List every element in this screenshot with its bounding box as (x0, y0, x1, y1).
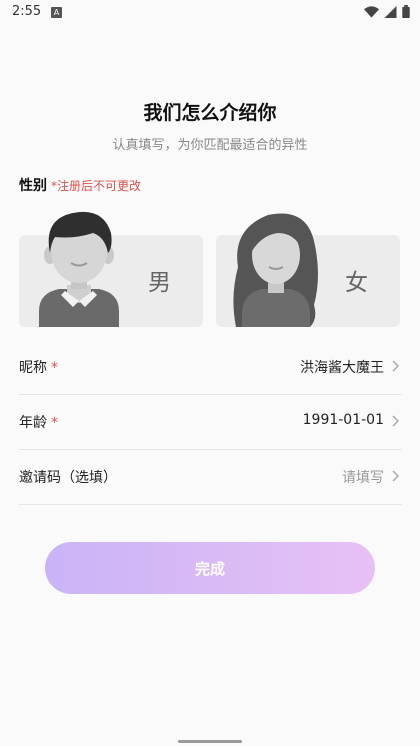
male-label: 男 (148, 270, 171, 296)
status-icons (364, 5, 410, 18)
female-avatar-icon (233, 213, 318, 327)
signal-icon (384, 5, 397, 18)
required-mark: * (51, 415, 58, 431)
battery-icon (402, 5, 410, 18)
age-row[interactable]: 年龄 * 1991-01-01 (19, 394, 402, 450)
page-title: 我们怎么介绍你 (143, 102, 277, 124)
chevron-right-icon (392, 415, 400, 427)
invite-code-row[interactable]: 邀请码（选填） 请填写 (19, 449, 402, 505)
home-indicator[interactable] (178, 740, 242, 743)
done-button[interactable]: 完成 (45, 542, 375, 594)
age-value: 1991-01-01 (302, 412, 384, 428)
male-avatar-icon (39, 211, 119, 327)
wifi-icon (364, 5, 379, 18)
invite-code-label: 邀请码（选填） (19, 470, 117, 486)
age-label: 年龄 * (19, 415, 58, 431)
chevron-right-icon (392, 360, 400, 372)
page-subtitle: 认真填写，为你匹配最适合的异性 (112, 138, 308, 153)
nickname-row[interactable]: 昵称 * 洪海酱大魔王 (19, 339, 402, 395)
nickname-label: 昵称 * (19, 360, 58, 376)
gender-female-card[interactable]: 女 (216, 213, 400, 327)
nickname-value: 洪海酱大魔王 (300, 360, 384, 376)
status-bar: 2:55 A (0, 0, 420, 26)
gender-male-card[interactable]: 男 (19, 211, 203, 327)
notification-a-icon: A (51, 7, 62, 18)
gender-heading: 性别 *注册后不可更改 (19, 175, 141, 195)
female-label: 女 (345, 270, 368, 296)
status-time: 2:55 (12, 4, 42, 19)
gender-label: 性别 (19, 178, 47, 194)
invite-code-placeholder: 请填写 (342, 470, 384, 486)
chevron-right-icon (392, 470, 400, 482)
gender-note: *注册后不可更改 (51, 179, 142, 193)
required-mark: * (51, 360, 58, 376)
